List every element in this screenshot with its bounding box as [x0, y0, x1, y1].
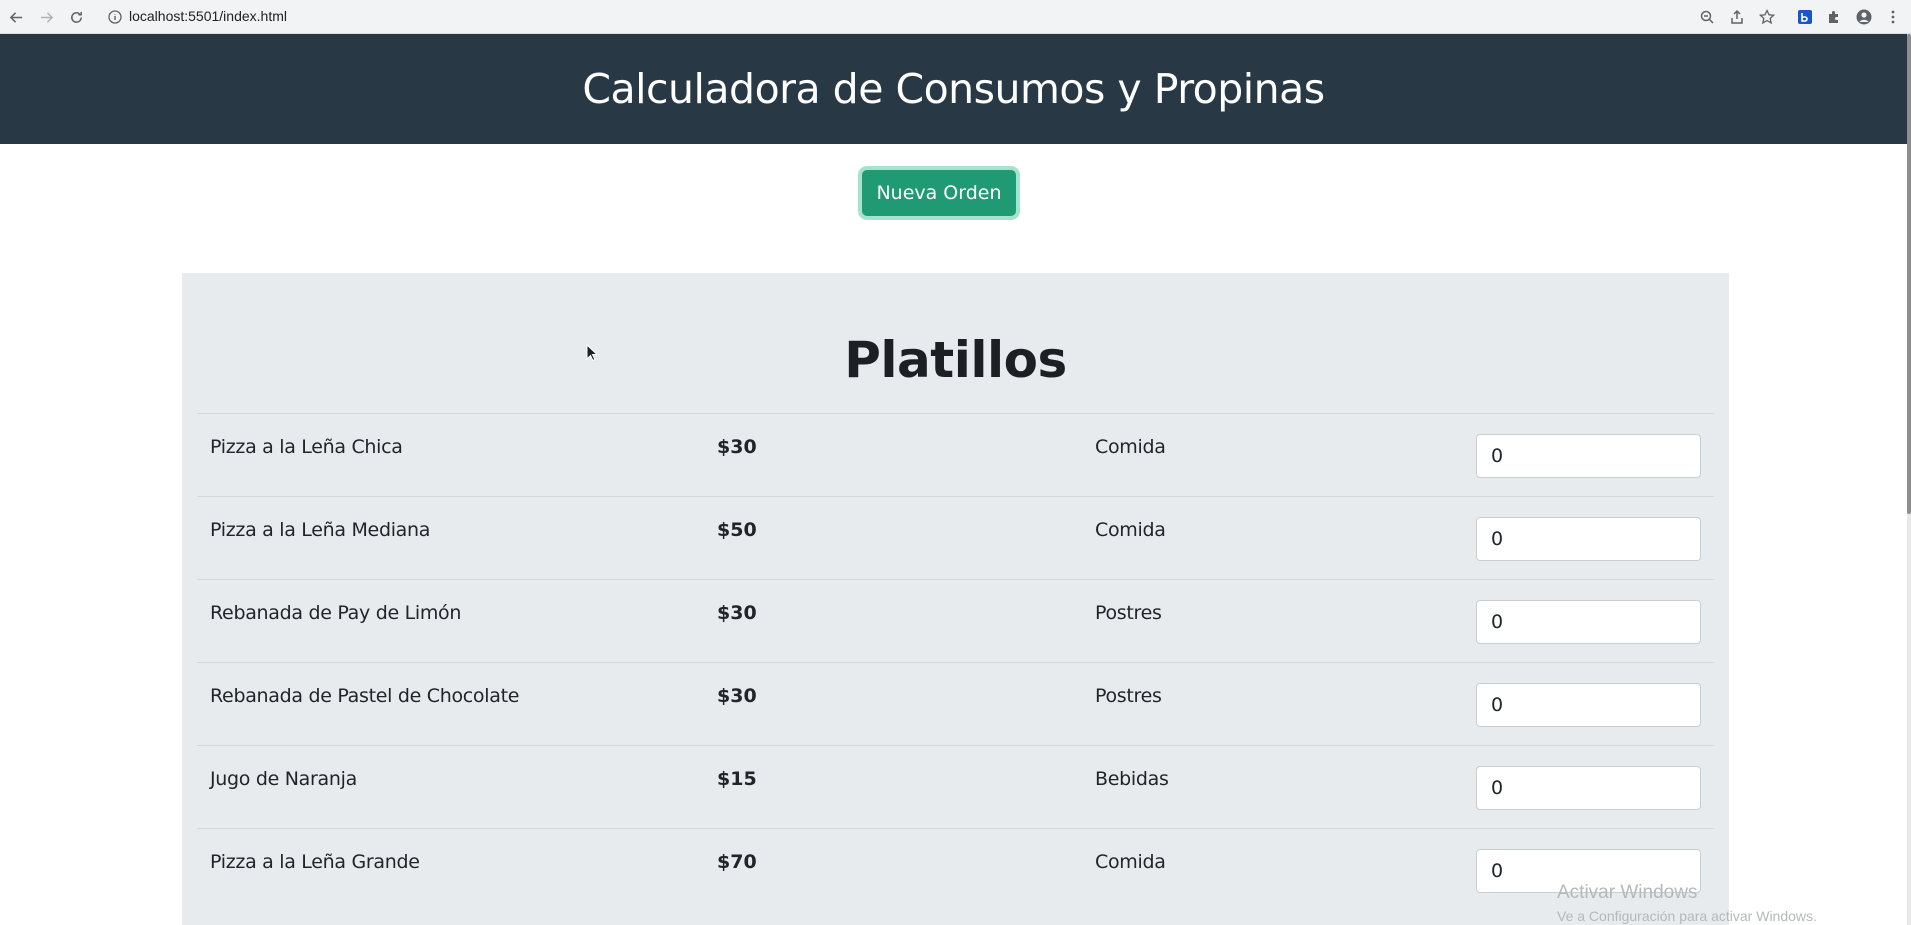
menu-item: Pizza a la Leña Mediana $50 Comida — [197, 496, 1714, 579]
menu-item: Jugo de Naranja $15 Bebidas — [197, 745, 1714, 828]
actions-container: Nueva Orden — [0, 170, 1911, 216]
watermark-title: Activar Windows — [1557, 882, 1698, 903]
zoom-icon[interactable] — [1698, 8, 1716, 26]
item-name: Rebanada de Pastel de Chocolate — [210, 685, 520, 707]
menu-item: Rebanada de Pay de Limón $30 Postres — [197, 579, 1714, 662]
quantity-input[interactable] — [1476, 517, 1701, 561]
back-icon[interactable] — [6, 7, 26, 27]
menu-item: Pizza a la Leña Chica $30 Comida — [197, 413, 1714, 496]
url-text[interactable]: localhost:5501/index.html — [129, 8, 287, 24]
mouse-cursor-icon — [586, 344, 598, 362]
item-category: Comida — [1095, 519, 1166, 541]
menu-list: Pizza a la Leña Chica $30 Comida Pizza a… — [197, 413, 1714, 911]
extension-badge-icon[interactable] — [1796, 8, 1814, 26]
item-price: $30 — [717, 685, 757, 707]
profile-avatar-icon[interactable] — [1855, 8, 1873, 26]
watermark-subtitle: Ve a Configuración para activar Windows. — [1557, 908, 1817, 924]
site-info-icon[interactable] — [108, 10, 122, 24]
menu-item: Rebanada de Pastel de Chocolate $30 Post… — [197, 662, 1714, 745]
item-name: Rebanada de Pay de Limón — [210, 602, 462, 624]
bookmark-star-icon[interactable] — [1758, 8, 1776, 26]
quantity-input[interactable] — [1476, 434, 1701, 478]
menu-kebab-icon[interactable] — [1884, 8, 1902, 26]
windows-activation-watermark: Activar Windows Ve a Configuración para … — [1557, 882, 1817, 924]
scrollbar-thumb[interactable] — [1907, 34, 1911, 514]
new-order-button[interactable]: Nueva Orden — [862, 170, 1016, 216]
site-header: Calculadora de Consumos y Propinas — [0, 34, 1907, 144]
item-name: Jugo de Naranja — [210, 768, 357, 790]
item-price: $50 — [717, 519, 757, 541]
item-category: Postres — [1095, 685, 1162, 707]
item-name: Pizza a la Leña Grande — [210, 851, 420, 873]
item-price: $30 — [717, 436, 757, 458]
item-name: Pizza a la Leña Chica — [210, 436, 403, 458]
item-category: Bebidas — [1095, 768, 1169, 790]
forward-icon[interactable] — [36, 7, 56, 27]
extensions-puzzle-icon[interactable] — [1825, 8, 1843, 26]
menu-title: Platillos — [844, 331, 1067, 389]
item-category: Comida — [1095, 436, 1166, 458]
quantity-input[interactable] — [1476, 766, 1701, 810]
item-name: Pizza a la Leña Mediana — [210, 519, 431, 541]
item-price: $15 — [717, 768, 757, 790]
menu-card: Platillos Pizza a la Leña Chica $30 Comi… — [182, 273, 1729, 925]
quantity-input[interactable] — [1476, 600, 1701, 644]
item-price: $30 — [717, 602, 757, 624]
address-bar[interactable] — [98, 4, 1828, 30]
item-category: Comida — [1095, 851, 1166, 873]
browser-toolbar: localhost:5501/index.html — [0, 0, 1911, 34]
share-icon[interactable] — [1728, 8, 1746, 26]
menu-item: Pizza a la Leña Grande $70 Comida — [197, 828, 1714, 911]
item-category: Postres — [1095, 602, 1162, 624]
reload-icon[interactable] — [66, 7, 86, 27]
item-price: $70 — [717, 851, 757, 873]
quantity-input[interactable] — [1476, 683, 1701, 727]
page-scrollbar[interactable] — [1907, 34, 1911, 925]
page-title: Calculadora de Consumos y Propinas — [582, 65, 1325, 113]
